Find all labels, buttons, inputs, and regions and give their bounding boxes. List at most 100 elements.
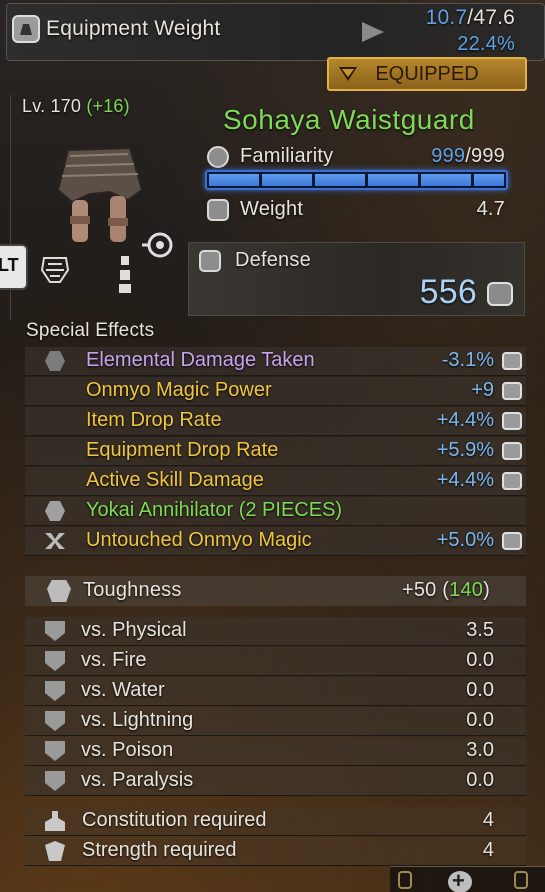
equipped-label: EQUIPPED xyxy=(375,63,479,85)
waistguard-image xyxy=(56,146,144,242)
item-name: Sohaya Waistguard xyxy=(223,104,475,135)
special-effects-title: Special Effects xyxy=(26,320,155,341)
physical-shield-icon xyxy=(45,621,65,641)
toughness-value: +50 (140) xyxy=(401,579,490,601)
resistance-row: vs. Poison 3.0 xyxy=(25,737,526,766)
requirement-value: 4 xyxy=(482,809,494,831)
weight-icon xyxy=(12,15,40,43)
enhance-icon xyxy=(502,352,522,370)
weight-stat-icon xyxy=(207,199,229,221)
equipped-badge[interactable]: EQUIPPED xyxy=(327,57,527,91)
special-effect-label: Untouched Onmyo Magic xyxy=(86,529,312,551)
triangle-down-icon xyxy=(339,67,357,81)
requirement-label: Strength required xyxy=(82,839,237,861)
resistance-label: vs. Paralysis xyxy=(81,769,194,791)
toughness-label: Toughness xyxy=(83,579,182,601)
special-effect-row: Active Skill Damage +4.4% xyxy=(25,467,526,496)
current-weight: 10.7 xyxy=(425,6,468,29)
resistance-value: 0.0 xyxy=(466,709,494,731)
familiarity-segment xyxy=(474,174,504,186)
familiarity-current: 999 xyxy=(431,145,466,167)
toughness-total: 140 xyxy=(449,579,484,601)
hex-icon xyxy=(45,351,65,371)
enhance-icon xyxy=(502,412,522,430)
familiarity-icon xyxy=(207,146,229,168)
bind-icon xyxy=(45,533,65,549)
weight-label: Weight xyxy=(240,198,304,220)
resistance-row: vs. Lightning 0.0 xyxy=(25,707,526,736)
special-effect-label: Equipment Drop Rate xyxy=(86,439,279,461)
resistance-value: 0.0 xyxy=(466,679,494,701)
level-bonus: (+16) xyxy=(86,96,130,116)
resistance-label: vs. Fire xyxy=(81,649,147,671)
set-icon xyxy=(45,501,65,521)
familiarity-segment xyxy=(262,174,312,186)
plus-button[interactable]: + xyxy=(448,868,472,892)
enhance-icon xyxy=(502,532,522,550)
water-shield-icon xyxy=(45,681,65,701)
requirement-value: 4 xyxy=(482,839,494,861)
special-effect-label: Item Drop Rate xyxy=(86,409,222,431)
special-effect-row: Onmyo Magic Power +9 xyxy=(25,377,526,406)
toughness-bonus: +50 xyxy=(401,579,437,601)
constitution-icon xyxy=(45,811,65,831)
special-effect-row: Elemental Damage Taken -3.1% xyxy=(25,347,526,376)
resistance-row: vs. Physical 3.5 xyxy=(25,617,526,646)
slot-icon xyxy=(119,256,131,293)
resistance-row: vs. Fire 0.0 xyxy=(25,647,526,676)
requirement-row: Constitution required 4 xyxy=(25,807,526,836)
bottom-control-bar: + xyxy=(390,866,545,892)
level-value: Lv. 170 xyxy=(22,96,82,116)
enhance-icon xyxy=(487,282,513,306)
side-tab[interactable]: LT xyxy=(0,246,26,288)
paralysis-shield-icon xyxy=(45,771,65,791)
familiarity-label: Familiarity xyxy=(240,145,334,167)
lock-icon[interactable] xyxy=(514,871,528,889)
resistance-row: vs. Paralysis 0.0 xyxy=(25,767,526,796)
familiarity-progress-bar xyxy=(205,170,508,190)
toughness-row: Toughness +50 (140) xyxy=(25,576,526,606)
resistance-value: 0.0 xyxy=(466,769,494,791)
armor-set-icon xyxy=(40,257,70,283)
equipment-weight-label: Equipment Weight xyxy=(46,17,221,40)
weight-value: 4.7 xyxy=(476,198,505,220)
toughness-icon xyxy=(47,580,71,602)
weight-percent: 22.4% xyxy=(457,33,515,55)
resistance-label: vs. Physical xyxy=(81,619,187,641)
familiarity-max: /999 xyxy=(465,145,505,167)
max-weight: /47.6 xyxy=(467,6,515,29)
special-effect-value: +9 xyxy=(471,379,494,401)
resistance-label: vs. Water xyxy=(81,679,165,701)
special-effect-value: +5.0% xyxy=(436,529,494,551)
requirement-label: Constitution required xyxy=(82,809,267,831)
familiarity-segment xyxy=(368,174,418,186)
special-effect-label: Elemental Damage Taken xyxy=(86,349,315,371)
familiarity-segment xyxy=(209,174,259,186)
defense-value: 556 xyxy=(419,273,477,311)
enhance-icon xyxy=(502,382,522,400)
familiarity-segment xyxy=(421,174,471,186)
resistance-label: vs. Lightning xyxy=(81,709,194,731)
special-effect-label: Onmyo Magic Power xyxy=(86,379,272,401)
special-effect-value: +5.9% xyxy=(436,439,494,461)
lock-icon[interactable] xyxy=(398,871,412,889)
special-effect-value: +4.4% xyxy=(436,409,494,431)
poison-shield-icon xyxy=(45,741,65,761)
equipment-weight-value: 10.7/47.6 xyxy=(426,6,515,30)
arrow-right-icon xyxy=(362,22,384,42)
special-effect-row: Equipment Drop Rate +5.9% xyxy=(25,437,526,466)
special-effect-label: Yokai Annihilator (2 PIECES) xyxy=(86,499,343,521)
fire-shield-icon xyxy=(45,651,65,671)
resistance-value: 3.0 xyxy=(466,739,494,761)
side-tab-label: LT xyxy=(0,255,19,275)
resistance-label: vs. Poison xyxy=(81,739,174,761)
defense-label: Defense xyxy=(235,249,311,271)
target-icon[interactable] xyxy=(140,231,174,259)
resistance-row: vs. Water 0.0 xyxy=(25,677,526,706)
special-effect-value: -3.1% xyxy=(441,349,494,371)
item-level: Lv. 170 (+16) xyxy=(22,96,130,117)
special-effect-row: Item Drop Rate +4.4% xyxy=(25,407,526,436)
enhance-icon xyxy=(502,442,522,460)
familiarity-segment xyxy=(315,174,365,186)
special-effect-row: Yokai Annihilator (2 PIECES) xyxy=(25,497,526,526)
